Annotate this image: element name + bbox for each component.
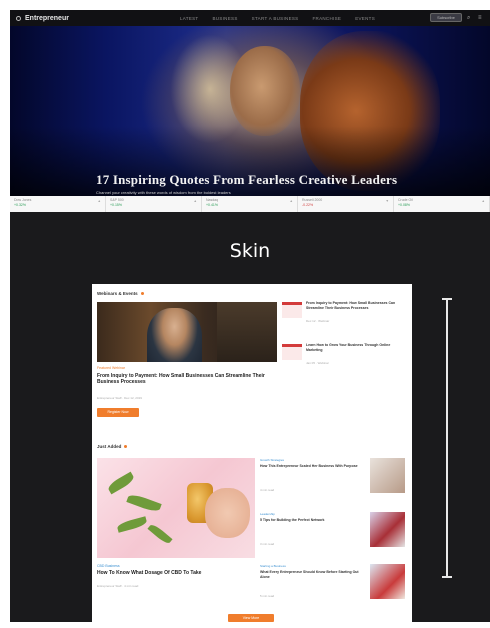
ticker-label: Nasdaq bbox=[206, 198, 219, 202]
brand-name: Entrepreneur bbox=[25, 14, 69, 22]
hero-banner[interactable]: 17 Inspiring Quotes From Fearless Creati… bbox=[10, 26, 490, 196]
hero-title[interactable]: 17 Inspiring Quotes From Fearless Creati… bbox=[96, 172, 397, 188]
ticker-item[interactable]: Nasdaq +0.41% ▲ bbox=[202, 196, 298, 212]
ticker-value: +0.32% bbox=[14, 203, 26, 207]
hand-shape bbox=[205, 488, 250, 538]
side-article-title[interactable]: Learn How to Grow Your Business Through … bbox=[306, 343, 402, 353]
brand-logo[interactable]: Entrepreneur bbox=[16, 15, 69, 22]
ticker-label: Crude Oil bbox=[398, 198, 413, 202]
list-article[interactable]: Leadership 5 Tips for Building the Perfe… bbox=[260, 512, 405, 564]
list-article-title[interactable]: How This Entrepreneur Scaled Her Busines… bbox=[260, 464, 365, 469]
section-dot-icon bbox=[124, 445, 128, 448]
ticker-item[interactable]: Russell 2000 -0.22% ▼ bbox=[298, 196, 394, 212]
side-article[interactable]: From Inquiry to Payment: How Small Busin… bbox=[282, 300, 407, 330]
nav-link-business[interactable]: Business bbox=[212, 16, 237, 21]
latest-kicker[interactable]: CBD Business bbox=[97, 564, 120, 568]
menu-icon[interactable]: ≡ bbox=[478, 15, 484, 21]
skin-label: Skin bbox=[229, 240, 271, 262]
latest-headline[interactable]: How To Know What Dosage Of CBD To Take bbox=[97, 570, 255, 576]
nav-link-franchise[interactable]: Franchise bbox=[312, 16, 341, 21]
calendar-icon bbox=[282, 344, 302, 360]
feature-image-person bbox=[147, 308, 202, 362]
view-more-button[interactable]: View More bbox=[228, 614, 274, 622]
nav-link-start[interactable]: Start a Business bbox=[252, 16, 299, 21]
feature-kicker[interactable]: Featured Webinar bbox=[97, 366, 125, 370]
market-ticker: Dow Jones +0.32% ▲ S&P 500 +0.15% ▲ Nasd… bbox=[10, 196, 490, 212]
search-icon[interactable]: ⌕ bbox=[467, 15, 473, 21]
ticker-value: -0.22% bbox=[302, 203, 314, 207]
side-article[interactable]: Learn How to Grow Your Business Through … bbox=[282, 342, 407, 372]
arrow-up-icon: ▲ bbox=[193, 199, 197, 203]
arrow-up-icon: ▲ bbox=[481, 199, 485, 203]
list-article-title[interactable]: What Every Entrepreneur Should Know Befo… bbox=[260, 570, 365, 580]
ticker-value: +0.15% bbox=[110, 203, 122, 207]
leaf-shape bbox=[126, 492, 162, 514]
list-article-thumbnail[interactable] bbox=[370, 458, 405, 493]
brand-mark-icon bbox=[16, 15, 21, 21]
arrow-down-icon: ▼ bbox=[385, 199, 389, 203]
list-article-kicker[interactable]: Leadership bbox=[260, 512, 275, 516]
list-article-meta: 3 min read bbox=[260, 542, 275, 546]
arrow-up-icon: ▲ bbox=[97, 199, 101, 203]
subscribe-button[interactable]: Subscribe bbox=[430, 13, 462, 22]
ticker-label: Dow Jones bbox=[14, 198, 32, 202]
hero-subtitle: Channel your creativity with these words… bbox=[96, 190, 231, 195]
list-article-thumbnail[interactable] bbox=[370, 512, 405, 547]
ticker-item[interactable]: Dow Jones +0.32% ▲ bbox=[10, 196, 106, 212]
list-article-kicker[interactable]: Starting a Business bbox=[260, 564, 286, 568]
page-frame: Entrepreneur Latest Business Start a Bus… bbox=[10, 10, 490, 622]
list-article-meta: 5 min read bbox=[260, 594, 275, 598]
section-title-just-added: Just Added bbox=[97, 444, 128, 449]
section-title-text: Webinars & Events bbox=[97, 291, 138, 296]
list-article-meta: 4 min read bbox=[260, 488, 275, 492]
list-article-thumbnail[interactable] bbox=[370, 564, 405, 599]
register-button[interactable]: Register Now bbox=[97, 408, 139, 417]
calendar-icon bbox=[282, 302, 302, 318]
leaf-shape bbox=[106, 471, 136, 495]
leaf-shape bbox=[116, 516, 148, 533]
ticker-label: S&P 500 bbox=[110, 198, 124, 202]
list-article[interactable]: Starting a Business What Every Entrepren… bbox=[260, 564, 405, 616]
section-title-webinars: Webinars & Events bbox=[97, 291, 144, 296]
latest-byline: Entrepreneur Staff · 4 min read bbox=[97, 584, 139, 588]
side-article-title[interactable]: From Inquiry to Payment: How Small Busin… bbox=[306, 301, 402, 311]
scroll-height-indicator bbox=[442, 298, 452, 578]
hero-image-face bbox=[230, 46, 300, 136]
list-article-title[interactable]: 5 Tips for Building the Perfect Network bbox=[260, 518, 365, 523]
top-navigation: Entrepreneur Latest Business Start a Bus… bbox=[10, 10, 490, 26]
feature-byline: Entrepreneur Staff · Dec 12, 2019 bbox=[97, 396, 142, 400]
feature-image[interactable] bbox=[97, 302, 277, 362]
latest-image[interactable] bbox=[97, 458, 255, 558]
side-article-meta: Jan 05 · Webinar bbox=[306, 361, 329, 365]
nav-link-latest[interactable]: Latest bbox=[180, 16, 198, 21]
skin-preview-page: Webinars & Events From Inquiry to Paymen… bbox=[92, 284, 412, 622]
arrow-up-icon: ▲ bbox=[289, 199, 293, 203]
list-article[interactable]: Growth Strategies How This Entrepreneur … bbox=[260, 458, 405, 510]
feature-headline[interactable]: From Inquiry to Payment: How Small Busin… bbox=[97, 373, 267, 385]
ticker-item[interactable]: S&P 500 +0.15% ▲ bbox=[106, 196, 202, 212]
nav-link-events[interactable]: Events bbox=[355, 16, 375, 21]
list-article-kicker[interactable]: Growth Strategies bbox=[260, 458, 284, 462]
ticker-value: +0.41% bbox=[206, 203, 218, 207]
ticker-label: Russell 2000 bbox=[302, 198, 323, 202]
ticker-value: +0.08% bbox=[398, 203, 410, 207]
nav-actions: Subscribe ⌕ ≡ bbox=[430, 13, 484, 22]
feature-image-background bbox=[217, 302, 277, 362]
nav-links: Latest Business Start a Business Franchi… bbox=[180, 10, 375, 26]
ticker-item[interactable]: Crude Oil +0.08% ▲ bbox=[394, 196, 490, 212]
leaf-shape bbox=[147, 522, 173, 546]
section-dot-icon bbox=[140, 292, 144, 295]
side-article-meta: Dec 12 · Webinar bbox=[306, 319, 330, 323]
section-title-text: Just Added bbox=[97, 444, 122, 449]
